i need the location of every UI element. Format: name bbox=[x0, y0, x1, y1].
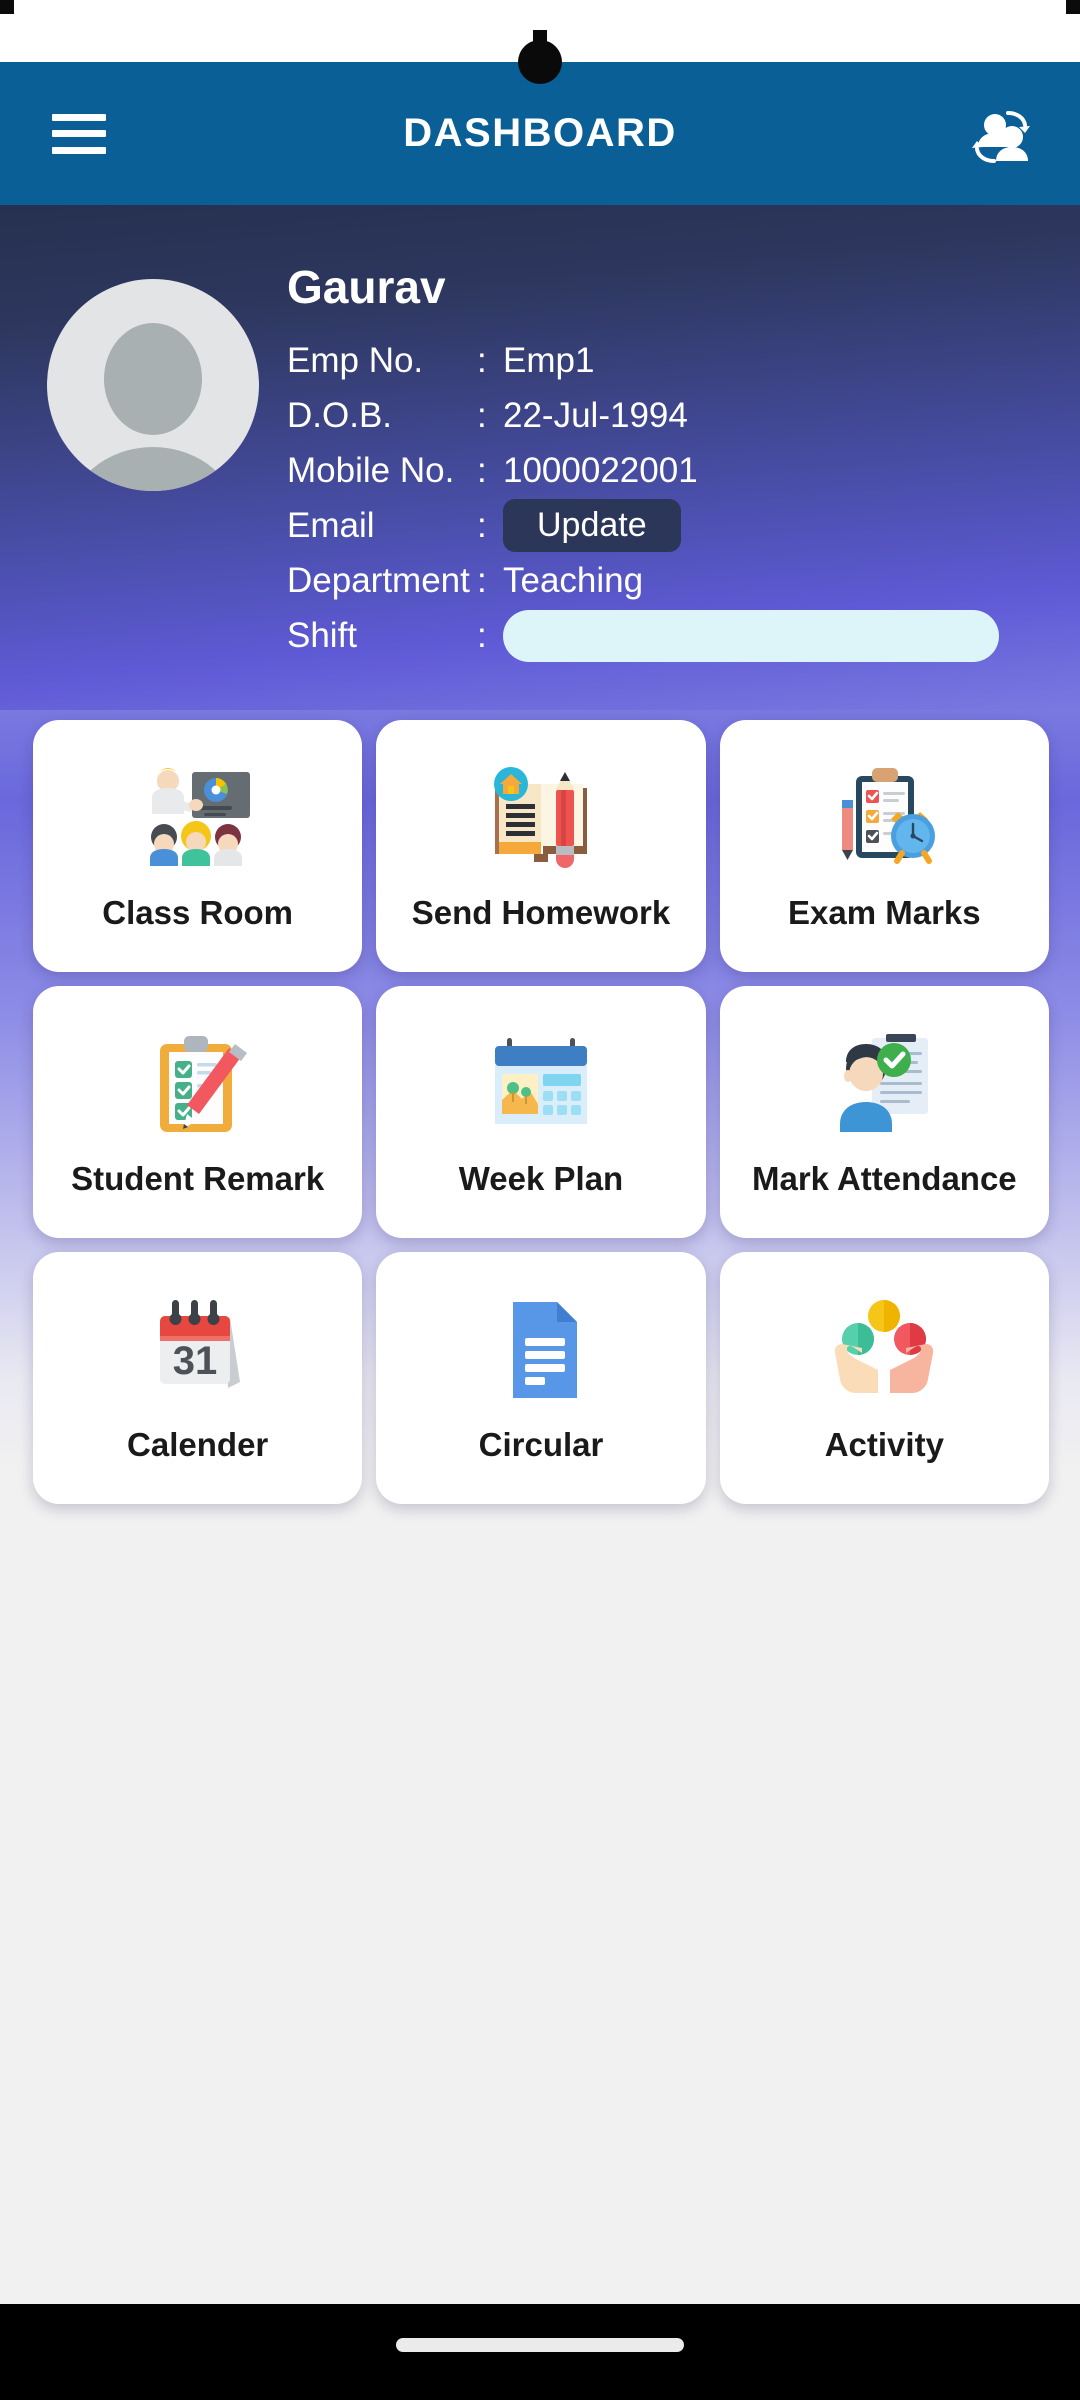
camera-punch-hole-icon bbox=[518, 40, 562, 84]
switch-user-icon[interactable] bbox=[966, 99, 1036, 169]
info-row-shift: Shift : bbox=[287, 608, 1047, 663]
card-calender[interactable]: 31 Calender bbox=[33, 1252, 363, 1504]
card-week-plan[interactable]: Week Plan bbox=[376, 986, 706, 1238]
info-label: D.O.B. bbox=[287, 395, 393, 435]
avatar-head-icon bbox=[104, 323, 202, 435]
profile-panel: Gaurav Emp No. : Emp1 D.O.B. : 22-Jul-19… bbox=[0, 205, 1080, 710]
info-label: Emp No. bbox=[287, 340, 424, 380]
card-label: Exam Marks bbox=[788, 894, 981, 931]
card-label: Class Room bbox=[102, 894, 294, 931]
page-title: DASHBOARD bbox=[403, 111, 677, 155]
calendar-31-icon: 31 bbox=[134, 1286, 262, 1414]
svg-text:31: 31 bbox=[172, 1339, 217, 1383]
info-colon: : bbox=[477, 340, 487, 380]
info-colon: : bbox=[477, 450, 487, 490]
card-label: Mark Attendance bbox=[751, 1160, 1017, 1197]
checklist-pencil-icon bbox=[134, 1020, 262, 1148]
screen-corner-top-left bbox=[0, 0, 14, 14]
update-email-button[interactable]: Update bbox=[503, 499, 681, 552]
card-circular[interactable]: Circular bbox=[376, 1252, 706, 1504]
info-colon: : bbox=[477, 615, 487, 655]
info-label: Email bbox=[287, 505, 375, 545]
info-row-email: Email : Update bbox=[287, 498, 1047, 553]
avatar[interactable] bbox=[47, 279, 259, 491]
screen-corner-top-right bbox=[1066, 0, 1080, 14]
info-row-mobile-no: Mobile No. : 1000022001 bbox=[287, 443, 1047, 498]
card-label: Activity bbox=[824, 1426, 944, 1463]
info-row-dob: D.O.B. : 22-Jul-1994 bbox=[287, 388, 1047, 443]
card-exam-marks[interactable]: Exam Marks bbox=[719, 720, 1049, 972]
card-label: Student Remark bbox=[71, 1160, 325, 1197]
home-gesture-pill[interactable] bbox=[396, 2338, 684, 2352]
card-label: Week Plan bbox=[458, 1160, 624, 1197]
person-check-document-icon bbox=[820, 1020, 948, 1148]
document-blue-icon bbox=[477, 1286, 605, 1414]
shift-input[interactable] bbox=[503, 609, 999, 662]
info-value-mobile-no: 1000022001 bbox=[503, 450, 698, 490]
card-label: Circular bbox=[478, 1426, 604, 1463]
info-colon: : bbox=[477, 505, 487, 545]
card-class-room[interactable]: Class Room bbox=[33, 720, 363, 972]
card-mark-attendance[interactable]: Mark Attendance bbox=[719, 986, 1049, 1238]
profile-info-list: Emp No. : Emp1 D.O.B. : 22-Jul-1994 Mobi… bbox=[287, 333, 1047, 663]
info-label: Mobile No. bbox=[287, 450, 455, 490]
calendar-plan-icon bbox=[477, 1020, 605, 1148]
info-colon: : bbox=[477, 395, 487, 435]
info-value-emp-no: Emp1 bbox=[503, 340, 595, 380]
card-label: Calender bbox=[127, 1426, 269, 1463]
info-value-dob: 22-Jul-1994 bbox=[503, 395, 688, 435]
card-send-homework[interactable]: Send Homework bbox=[376, 720, 706, 972]
info-row-department: Department : Teaching bbox=[287, 553, 1047, 608]
dashboard-grid: Class Room Send Homework Exam Marks Stud… bbox=[33, 720, 1049, 1504]
info-value-department: Teaching bbox=[503, 560, 644, 600]
system-navigation-bar bbox=[0, 2304, 1080, 2400]
hands-balls-icon bbox=[820, 1286, 948, 1414]
info-row-emp-no: Emp No. : Emp1 bbox=[287, 333, 1047, 388]
phone-screen: DASHBOARD Gaurav Emp No. : Emp1 D.O.B.:… bbox=[0, 0, 1080, 2400]
profile-name: Gaurav bbox=[287, 261, 446, 313]
card-label: Send Homework bbox=[411, 894, 671, 931]
card-student-remark[interactable]: Student Remark bbox=[33, 986, 363, 1238]
card-activity[interactable]: Activity bbox=[719, 1252, 1049, 1504]
clipboard-clock-icon bbox=[820, 754, 948, 882]
info-label: Department bbox=[287, 560, 470, 600]
info-colon: : bbox=[477, 560, 487, 600]
avatar-body-icon bbox=[67, 447, 239, 491]
info-label: Shift bbox=[287, 615, 358, 655]
homework-book-pencil-icon bbox=[477, 754, 605, 882]
classroom-icon bbox=[134, 754, 262, 882]
